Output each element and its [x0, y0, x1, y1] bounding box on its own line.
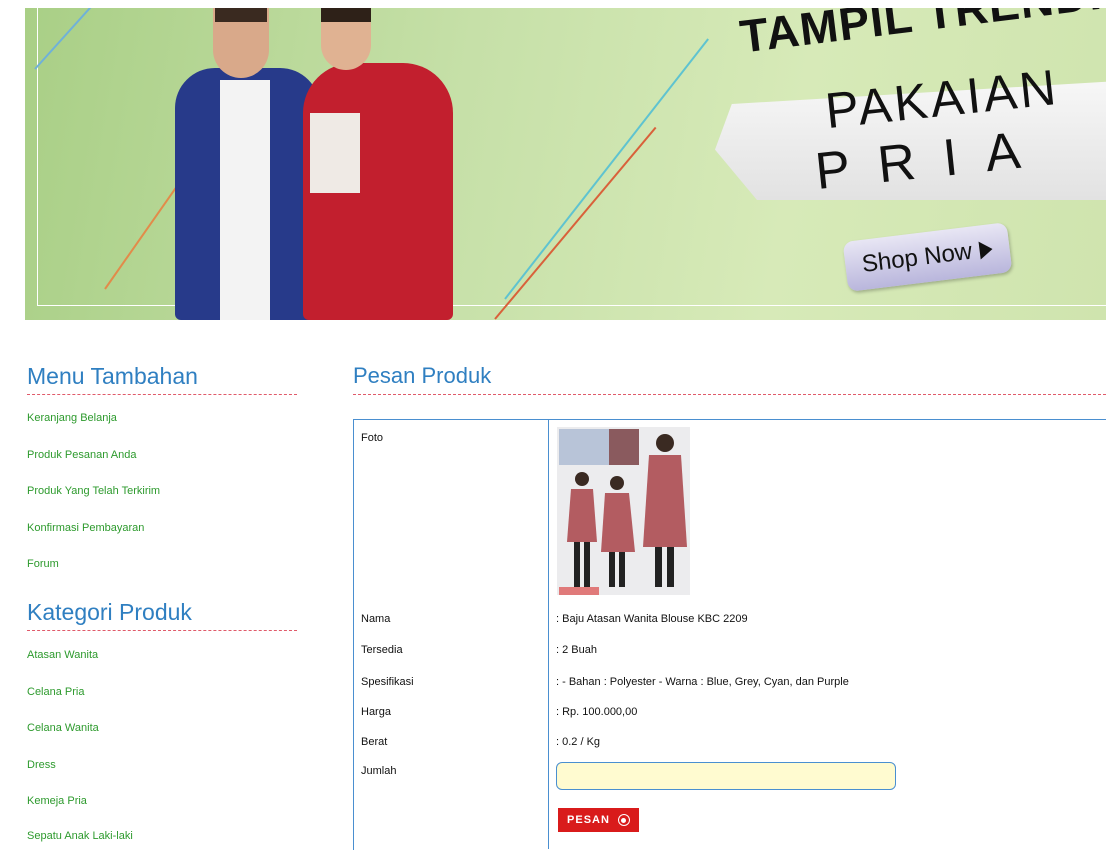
sidebar-item-keranjang[interactable]: Keranjang Belanja [27, 412, 117, 424]
category-item-celana-wanita[interactable]: Celana Wanita [27, 722, 99, 734]
product-photo [557, 427, 690, 595]
page-title: Pesan Produk [353, 363, 1106, 395]
category-item-atasan-wanita[interactable]: Atasan Wanita [27, 649, 98, 661]
category-item-kemeja-pria[interactable]: Kemeja Pria [27, 795, 87, 807]
banner-headline: TAMPIL TRENDI [737, 8, 1105, 63]
sidebar-item-konfirmasi[interactable]: Konfirmasi Pembayaran [27, 522, 144, 534]
jumlah-input[interactable] [556, 762, 896, 790]
table-column-divider [548, 419, 549, 849]
harga-value: : Rp. 100.000,00 [556, 706, 638, 718]
banner-stripe [104, 173, 187, 290]
pesan-button-label: PESAN [567, 814, 610, 826]
category-heading: Kategori Produk [27, 599, 297, 631]
category-item-celana-pria[interactable]: Celana Pria [27, 686, 84, 698]
product-photo-image [557, 427, 690, 595]
foto-label: Foto [361, 432, 384, 444]
menu-heading: Menu Tambahan [27, 363, 297, 395]
banner-stripe [504, 38, 709, 300]
jumlah-label: Jumlah [361, 765, 397, 777]
banner-frame-line [37, 8, 38, 306]
berat-value: : 0.2 / Kg [556, 736, 601, 748]
pesan-button[interactable]: PESAN [558, 808, 639, 832]
sidebar-item-terkirim[interactable]: Produk Yang Telah Terkirim [27, 485, 160, 497]
nama-label: Nama [361, 613, 391, 625]
shop-now-button[interactable]: Shop Now [842, 222, 1013, 292]
play-arrow-icon [978, 240, 994, 260]
sidebar-item-forum[interactable]: Forum [27, 558, 59, 570]
tersedia-value: : 2 Buah [556, 644, 597, 656]
spesifikasi-value: : - Bahan : Polyester - Warna : Blue, Gr… [556, 676, 849, 688]
category-item-dress[interactable]: Dress [27, 759, 56, 771]
radio-circle-icon [617, 814, 630, 826]
spesifikasi-label: Spesifikasi [361, 676, 414, 688]
tersedia-label: Tersedia [361, 644, 403, 656]
berat-label: Berat [361, 736, 388, 748]
sidebar-item-pesanan[interactable]: Produk Pesanan Anda [27, 449, 136, 461]
promo-banner[interactable]: TAMPIL TRENDI PAKAIAN PRIA Shop Now [25, 8, 1106, 320]
banner-stripe [34, 8, 117, 70]
shop-now-label: Shop Now [860, 237, 974, 278]
banner-stripe [494, 126, 657, 320]
nama-value: : Baju Atasan Wanita Blouse KBC 2209 [556, 613, 748, 625]
category-item-sepatu-anak[interactable]: Sepatu Anak Laki-laki [27, 830, 133, 842]
harga-label: Harga [361, 706, 391, 718]
